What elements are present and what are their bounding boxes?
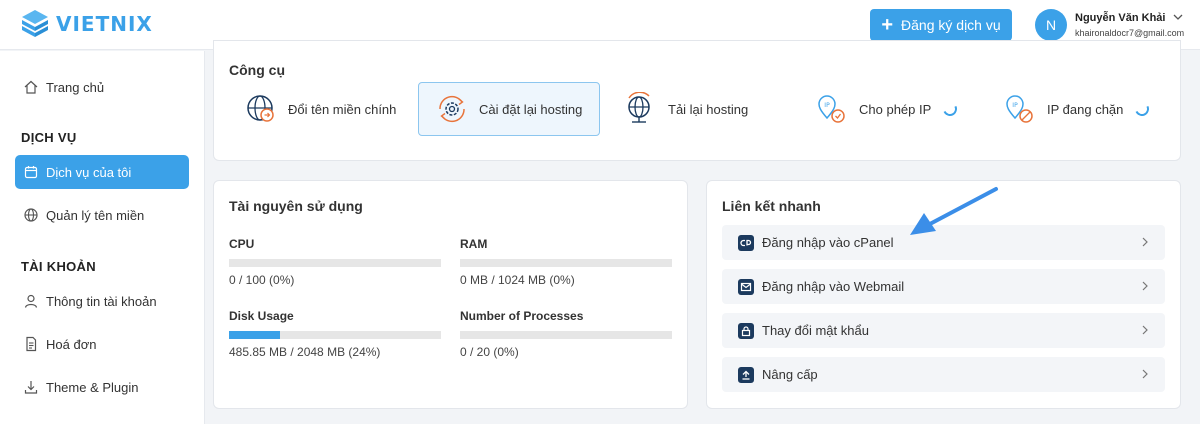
tool-label: Cho phép IP [859, 101, 932, 117]
upgrade-icon [738, 366, 754, 383]
chevron-right-icon [1142, 237, 1148, 247]
sidebar-item-my-services[interactable]: Dịch vụ của tôi [15, 155, 189, 189]
processes-label: Number of Processes [460, 309, 584, 323]
register-service-label: Đăng ký dịch vụ [901, 17, 1001, 33]
lock-icon [738, 322, 754, 339]
tool-allow-ip[interactable]: IP Cho phép IP [815, 82, 975, 136]
quicklink-label: Thay đổi mật khẩu [762, 323, 869, 338]
sidebar-item-home[interactable]: Trang chủ [15, 70, 189, 104]
tool-label: Tải lại hosting [668, 101, 749, 117]
sidebar-item-label: Dịch vụ của tôi [46, 164, 132, 180]
ram-label: RAM [460, 237, 488, 251]
user-name[interactable]: Nguyễn Văn Khải [1075, 12, 1165, 24]
sidebar-item-invoices[interactable]: Hoá đơn [15, 327, 189, 361]
sidebar-item-label: Trang chủ [46, 79, 105, 95]
globe-icon [24, 208, 38, 222]
chevron-right-icon [1142, 325, 1148, 335]
gear-refresh-icon [439, 95, 465, 123]
quicklink-label: Đăng nhập vào cPanel [762, 235, 894, 250]
chevron-right-icon [1142, 281, 1148, 291]
ip-block-icon: IP [1006, 95, 1033, 123]
quicklink-label: Nâng cấp [762, 367, 818, 382]
chevron-down-icon[interactable] [1172, 11, 1184, 23]
sidebar-item-domains[interactable]: Quản lý tên miền [15, 198, 189, 232]
plus-icon: + [881, 14, 894, 36]
svg-text:IP: IP [824, 102, 830, 109]
chevron-right-icon [1142, 369, 1148, 379]
disk-progress-fill [229, 331, 280, 339]
tool-label: IP đang chặn [1047, 101, 1124, 117]
quicklink-upgrade[interactable]: Nâng cấp [722, 357, 1165, 392]
services-heading: DỊCH VỤ [21, 130, 77, 145]
sidebar-item-themes[interactable]: Theme & Plugin [15, 370, 189, 404]
logo-cube-icon [22, 10, 48, 37]
sidebar-item-label: Theme & Plugin [46, 379, 139, 395]
processes-value: 0 / 20 (0%) [460, 345, 519, 359]
loading-spinner-icon [941, 100, 960, 118]
logo-text: VIETNIX [56, 12, 153, 36]
register-service-button[interactable]: + Đăng ký dịch vụ [870, 9, 1012, 41]
sidebar: Trang chủ DỊCH VỤ Dịch vụ của tôi Quản l… [0, 51, 205, 424]
globe-arrows-icon [247, 95, 274, 122]
tool-change-domain[interactable]: Đổi tên miền chính [244, 82, 404, 136]
cpu-value: 0 / 100 (0%) [229, 273, 295, 287]
sidebar-item-label: Quản lý tên miền [46, 207, 145, 223]
processes-progress-bar [460, 331, 672, 339]
disk-value: 485.85 MB / 2048 MB (24%) [229, 345, 381, 359]
tool-label: Đổi tên miền chính [288, 101, 397, 117]
cpu-progress-bar [229, 259, 441, 267]
ip-allow-icon: IP [818, 95, 845, 123]
home-icon [24, 80, 38, 94]
svg-text:IP: IP [1012, 102, 1018, 109]
quicklinks-title: Liên kết nhanh [722, 198, 821, 214]
tool-blocked-ip[interactable]: IP IP đang chặn [1003, 82, 1163, 136]
invoice-icon [26, 336, 37, 352]
tool-reinstall-hosting[interactable]: Cài đặt lại hosting [418, 82, 600, 136]
globe-reload-icon [628, 92, 650, 123]
resources-title: Tài nguyên sử dụng [229, 198, 363, 214]
tools-title: Công cụ [229, 62, 285, 78]
user-icon [24, 294, 38, 308]
sidebar-item-account-info[interactable]: Thông tin tài khoản [15, 284, 189, 318]
annotation-arrow-icon [910, 187, 998, 235]
disk-label: Disk Usage [229, 309, 294, 323]
ram-progress-bar [460, 259, 672, 267]
account-heading: TÀI KHOẢN [21, 259, 96, 274]
sidebar-item-label: Thông tin tài khoản [46, 293, 157, 309]
quicklink-label: Đăng nhập vào Webmail [762, 279, 905, 294]
tools-card: Công cụ Đổi tên miền chính Cài đặt lại h… [213, 40, 1181, 161]
loading-spinner-icon [1133, 100, 1152, 118]
cpu-label: CPU [229, 237, 255, 251]
tool-label: Cài đặt lại hosting [479, 101, 583, 117]
quicklink-change-password[interactable]: Thay đổi mật khẩu [722, 313, 1165, 348]
avatar[interactable]: N [1035, 9, 1067, 41]
download-icon [24, 381, 38, 394]
disk-progress-bar [229, 331, 441, 339]
tool-reload-hosting[interactable]: Tải lại hosting [624, 82, 774, 136]
vietnix-logo[interactable]: VIETNIX [20, 8, 153, 40]
calendar-icon [24, 166, 38, 179]
resources-card: Tài nguyên sử dụng CPU 0 / 100 (0%) RAM … [213, 180, 688, 409]
ram-value: 0 MB / 1024 MB (0%) [460, 273, 575, 287]
user-email: khaironaldocr7@gmail.com [1075, 28, 1185, 38]
cpanel-icon [738, 234, 754, 251]
quicklink-webmail[interactable]: Đăng nhập vào Webmail [722, 269, 1165, 304]
mail-icon [738, 278, 754, 295]
sidebar-item-label: Hoá đơn [46, 336, 97, 352]
